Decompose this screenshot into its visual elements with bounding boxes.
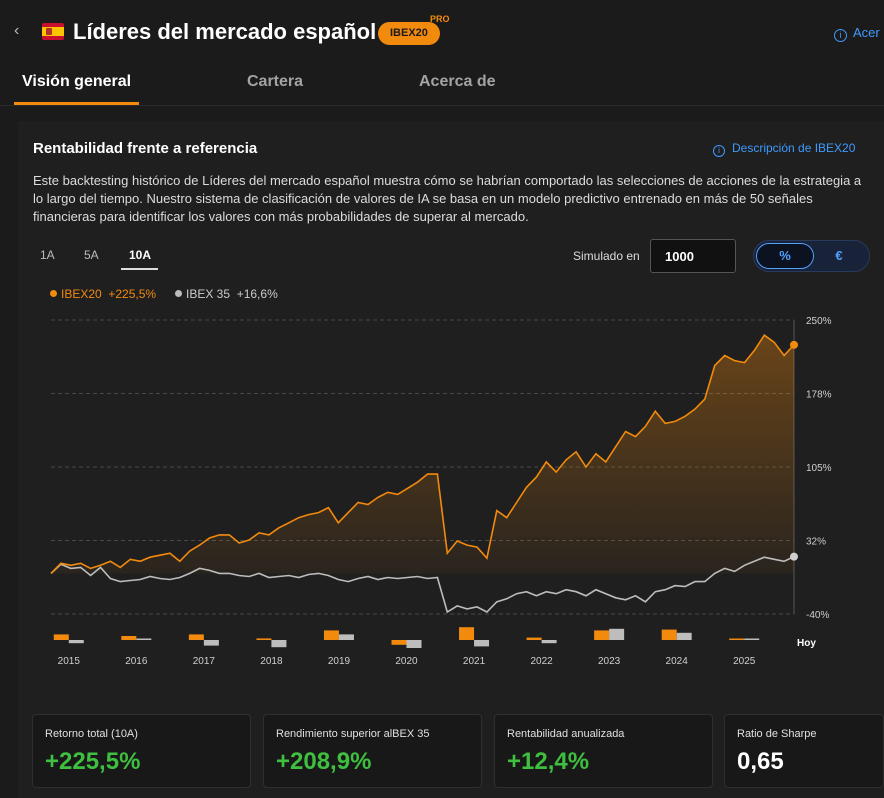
- x-tick-label: 2018: [260, 656, 283, 667]
- strategy-dot-icon: [50, 290, 57, 297]
- page-title: Líderes del mercado español: [73, 19, 377, 44]
- stat-sharpe-ratio: Ratio de Sharpe 0,65: [724, 714, 884, 788]
- index-description-link[interactable]: i Descripción de IBEX20: [713, 141, 855, 157]
- tab-portfolio[interactable]: Cartera: [247, 73, 303, 91]
- strategy-annual-bar: [323, 630, 339, 640]
- range-10y[interactable]: 10A: [129, 248, 151, 262]
- tab-overview[interactable]: Visión general: [22, 73, 131, 91]
- x-tick-label: 2020: [395, 656, 418, 667]
- strategy-annual-bar: [729, 638, 745, 640]
- pro-label: PRO: [430, 14, 450, 24]
- legend-strategy-name: IBEX20: [61, 287, 102, 301]
- tab-about[interactable]: Acerca de: [419, 73, 496, 91]
- strategy-annual-bar: [594, 630, 610, 640]
- legend-benchmark-name: IBEX 35: [186, 287, 231, 301]
- strategy-annual-bar: [121, 636, 137, 640]
- benchmark-annual-bar: [271, 640, 287, 648]
- stat-value: +225,5%: [45, 748, 141, 775]
- stat-value: 0,65: [737, 748, 784, 775]
- card-title: Rentabilidad frente a referencia: [33, 140, 258, 157]
- range-5y[interactable]: 5A: [84, 248, 99, 262]
- toggle-percent[interactable]: %: [756, 243, 814, 269]
- stat-label: Ratio de Sharpe: [737, 728, 817, 740]
- performance-card: Rentabilidad frente a referencia i Descri…: [18, 121, 884, 798]
- card-description: Este backtesting histórico de Líderes de…: [33, 173, 862, 224]
- x-tick-label: 2015: [58, 656, 81, 667]
- benchmark-annual-bar: [474, 640, 490, 647]
- spain-flag-icon: [42, 23, 64, 40]
- benchmark-annual-bar: [676, 632, 692, 640]
- strategy-annual-bar: [391, 640, 407, 645]
- toggle-euro[interactable]: €: [810, 243, 868, 269]
- x-tick-label: 2021: [463, 656, 486, 667]
- strategy-end-point: [790, 340, 798, 349]
- range-1y[interactable]: 1A: [40, 248, 55, 262]
- stat-label: Rendimiento superior alBEX 35: [276, 728, 430, 740]
- strategy-annual-bar: [459, 627, 475, 640]
- strategy-area: [51, 335, 794, 574]
- active-tab-indicator: [14, 102, 139, 105]
- benchmark-annual-bar: [203, 640, 219, 646]
- stat-total-return: Retorno total (10A) +225,5%: [32, 714, 251, 788]
- strategy-annual-bar: [526, 637, 542, 640]
- x-tick-label: 2024: [666, 656, 689, 667]
- index-badge: IBEX20: [378, 22, 440, 45]
- y-tick-label: -40%: [806, 610, 829, 621]
- benchmark-dot-icon: [175, 290, 182, 297]
- simulated-label: Simulado en: [573, 249, 640, 263]
- benchmark-end-point: [790, 552, 798, 561]
- y-tick-label: 178%: [806, 390, 832, 401]
- y-tick-label: 105%: [806, 463, 832, 474]
- about-link[interactable]: i Acer: [834, 25, 880, 42]
- stat-annualized-return: Rentabilidad anualizada +12,4%: [494, 714, 713, 788]
- strategy-annual-bar: [256, 638, 272, 640]
- stat-outperformance: Rendimiento superior alBEX 35 +208,9%: [263, 714, 482, 788]
- back-arrow-icon[interactable]: ‹: [14, 22, 30, 42]
- x-end-label: Hoy: [797, 638, 816, 649]
- benchmark-annual-bar: [541, 640, 557, 644]
- benchmark-annual-bar: [609, 628, 625, 640]
- y-tick-label: 32%: [806, 537, 826, 548]
- benchmark-annual-bar: [406, 640, 422, 648]
- x-tick-label: 2019: [328, 656, 351, 667]
- tab-bar: Visión general Cartera Acerca de: [0, 62, 884, 106]
- top-bar: ‹ Líderes del mercado español IBEX20 PRO…: [0, 0, 884, 62]
- info-icon: i: [834, 29, 847, 42]
- strategy-annual-bar: [661, 629, 677, 640]
- x-tick-label: 2016: [125, 656, 148, 667]
- unit-toggle: % €: [753, 240, 870, 272]
- stat-label: Retorno total (10A): [45, 728, 138, 740]
- legend-benchmark: IBEX 35 +16,6%: [175, 287, 278, 301]
- x-tick-label: 2025: [733, 656, 756, 667]
- active-range-indicator: [121, 268, 158, 270]
- legend-strategy-value: +225,5%: [108, 287, 157, 301]
- strategy-annual-bar: [53, 634, 69, 640]
- stat-label: Rentabilidad anualizada: [507, 728, 625, 740]
- desc-link-label: Descripción de IBEX20: [732, 141, 856, 155]
- benchmark-annual-bar: [744, 638, 760, 640]
- benchmark-annual-bar: [338, 634, 354, 640]
- simulated-amount-input[interactable]: [650, 239, 736, 273]
- legend-strategy: IBEX20 +225,5%: [50, 287, 156, 301]
- x-tick-label: 2022: [530, 656, 553, 667]
- about-link-label: Acer: [853, 25, 880, 40]
- benchmark-annual-bar: [136, 638, 152, 640]
- stat-value: +208,9%: [276, 748, 372, 775]
- info-icon: i: [713, 145, 725, 157]
- strategy-annual-bar: [188, 634, 204, 640]
- x-tick-label: 2023: [598, 656, 621, 667]
- legend-benchmark-value: +16,6%: [236, 287, 278, 301]
- stat-value: +12,4%: [507, 748, 590, 775]
- performance-chart[interactable]: 250% 178% 105% 32% -40% 2015 2016 2017 2018 2019…: [18, 301, 884, 681]
- y-tick-label: 250%: [806, 316, 832, 327]
- x-tick-label: 2017: [193, 656, 216, 667]
- benchmark-annual-bar: [68, 640, 84, 644]
